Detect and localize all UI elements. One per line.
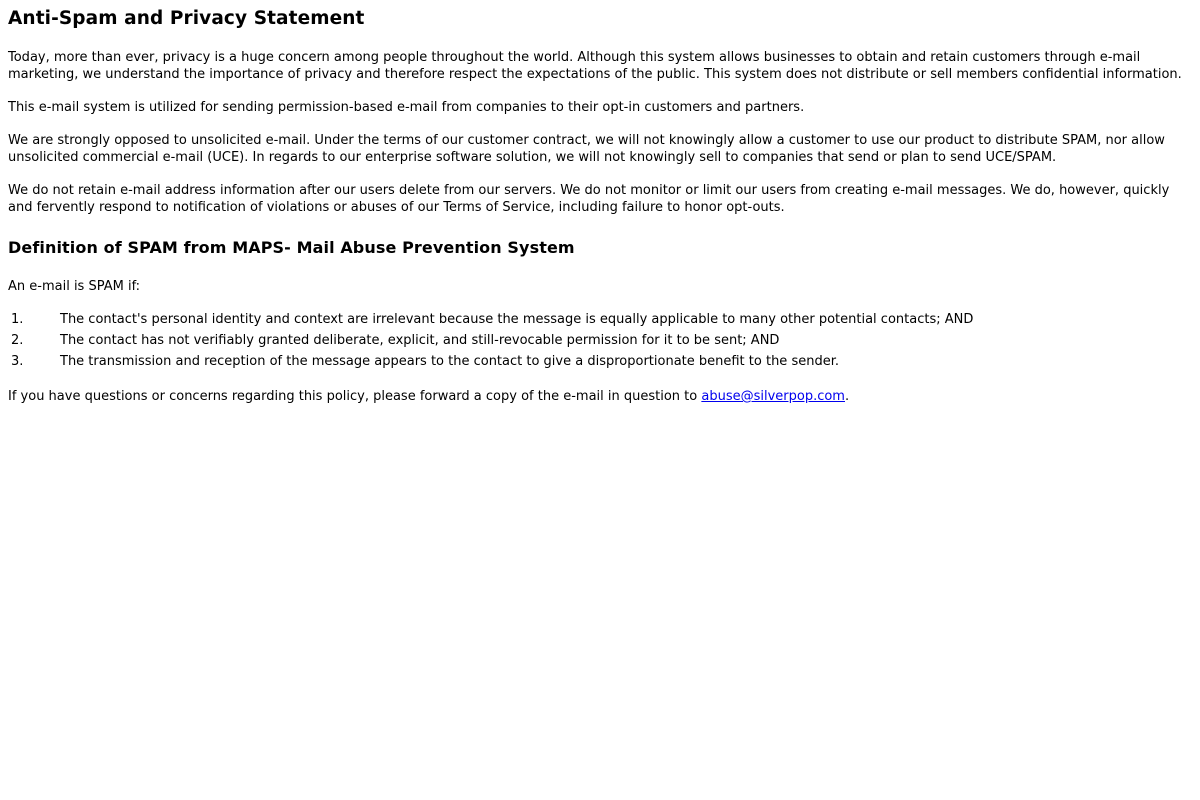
list-item-text: The transmission and reception of the me…: [60, 354, 839, 369]
closing-text: If you have questions or concerns regard…: [8, 389, 702, 404]
definition-heading: Definition of SPAM from MAPS- Mail Abuse…: [8, 238, 575, 257]
list-item: 2. The contact has not verifiably grante…: [8, 332, 1192, 349]
list-item: 3. The transmission and reception of the…: [8, 353, 1192, 370]
privacy-paragraph-2: This e-mail system is utilized for sendi…: [8, 100, 805, 115]
list-item-number: 1.: [11, 312, 24, 327]
list-item-number: 2.: [11, 333, 24, 348]
list-item-text: The contact's personal identity and cont…: [60, 312, 974, 327]
privacy-paragraph-3: We are strongly opposed to unsolicited e…: [8, 133, 1165, 165]
page-title: Anti-Spam and Privacy Statement: [8, 8, 365, 29]
spam-criteria-list: 1. The contact's personal identity and c…: [8, 311, 1192, 370]
abuse-email-link[interactable]: abuse@silverpop.com: [701, 389, 845, 404]
closing-paragraph: If you have questions or concerns regard…: [8, 388, 1192, 405]
privacy-paragraph-4: We do not retain e-mail address informat…: [8, 183, 1170, 215]
privacy-statement-page: Anti-Spam and Privacy Statement Today, m…: [8, 8, 1192, 405]
closing-suffix: .: [844, 389, 850, 404]
definition-intro: An e-mail is SPAM if:: [8, 279, 141, 294]
list-item-text: The contact has not verifiably granted d…: [60, 333, 780, 348]
list-item-number: 3.: [11, 354, 24, 369]
privacy-paragraph-1: Today, more than ever, privacy is a huge…: [8, 50, 1182, 82]
list-item: 1. The contact's personal identity and c…: [8, 311, 1192, 328]
